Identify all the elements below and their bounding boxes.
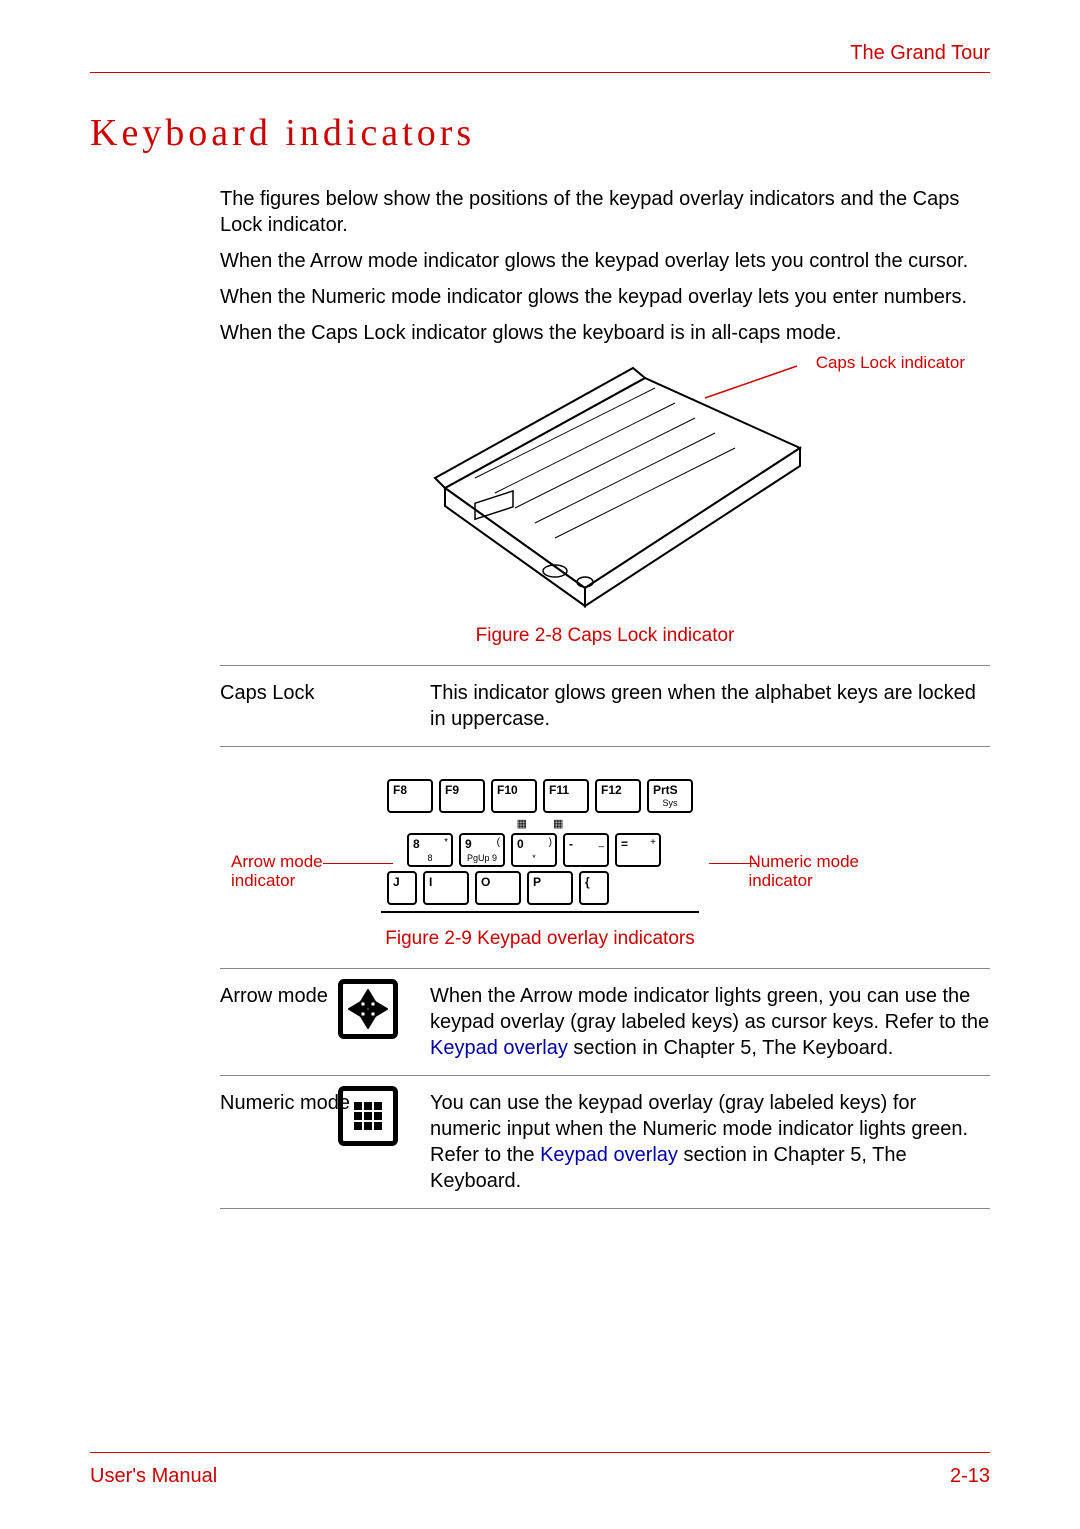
intro-paragraph: When the Arrow mode indicator glows the … bbox=[220, 248, 990, 274]
table-row: Numeric mode You can use the keypad over… bbox=[220, 1076, 990, 1209]
desc-caps-lock: This indicator glows green when the alph… bbox=[430, 680, 990, 732]
table-row: Caps Lock This indicator glows green whe… bbox=[220, 666, 990, 747]
header-rule bbox=[90, 72, 990, 73]
key-9: (9PgUp 9 bbox=[459, 833, 505, 867]
term-caps-lock: Caps Lock bbox=[220, 680, 410, 732]
intro-paragraph: The figures below show the positions of … bbox=[220, 186, 990, 238]
key-equals: += bbox=[615, 833, 661, 867]
key-8: *88 bbox=[407, 833, 453, 867]
key-brace: { bbox=[579, 871, 609, 905]
figure-2-9: Arrow mode indicator Numeric mode indica… bbox=[90, 775, 990, 952]
section-heading: Keyboard indicators bbox=[90, 109, 990, 158]
callout-caps-lock: Caps Lock indicator bbox=[816, 352, 965, 374]
footer-left: User's Manual bbox=[90, 1463, 217, 1489]
key-f10: F10 bbox=[491, 779, 537, 813]
arrow-mode-icon bbox=[338, 979, 398, 1039]
intro-paragraph: When the Numeric mode indicator glows th… bbox=[220, 284, 990, 310]
key-j: J bbox=[387, 871, 417, 905]
key-f8: F8 bbox=[387, 779, 433, 813]
key-p: P bbox=[527, 871, 573, 905]
caps-lock-table: Caps Lock This indicator glows green whe… bbox=[220, 665, 990, 747]
callout-arrow-mode: Arrow mode indicator bbox=[231, 853, 323, 890]
callout-numeric-mode: Numeric mode indicator bbox=[748, 853, 859, 890]
numeric-mode-glyph-icon: ▦ bbox=[553, 817, 563, 831]
numeric-mode-icon bbox=[338, 1086, 398, 1146]
figure-2-8: Caps Lock indicator Figure 2-8 Caps Lock… bbox=[220, 358, 990, 649]
footer-page-number: 2-13 bbox=[950, 1463, 990, 1489]
keypad-illustration: F8 F9 F10 F11 F12 PrtSSys ▦ ▦ *88 (9PgUp… bbox=[381, 775, 699, 913]
figure-caption: Figure 2-9 Keypad overlay indicators bbox=[90, 927, 990, 952]
figure-caption: Figure 2-8 Caps Lock indicator bbox=[220, 624, 990, 649]
laptop-illustration: Caps Lock indicator bbox=[405, 358, 805, 618]
table-row: Arrow mode When the Arrow mode indicator… bbox=[220, 969, 990, 1076]
desc-arrow-mode: When the Arrow mode indicator lights gre… bbox=[430, 983, 990, 1061]
key-0: )0* bbox=[511, 833, 557, 867]
key-i: I bbox=[423, 871, 469, 905]
page-footer: User's Manual 2-13 bbox=[90, 1452, 990, 1489]
arrow-mode-glyph-icon: ▦ bbox=[517, 817, 527, 831]
key-f9: F9 bbox=[439, 779, 485, 813]
intro-paragraph: When the Caps Lock indicator glows the k… bbox=[220, 320, 990, 346]
key-prts: PrtSSys bbox=[647, 779, 693, 813]
mode-table: Arrow mode When the Arrow mode indicator… bbox=[220, 968, 990, 1209]
link-keypad-overlay[interactable]: Keypad overlay bbox=[540, 1144, 678, 1166]
key-f12: F12 bbox=[595, 779, 641, 813]
chapter-name: The Grand Tour bbox=[90, 40, 990, 66]
desc-numeric-mode: You can use the keypad overlay (gray lab… bbox=[430, 1090, 990, 1194]
key-minus: _- bbox=[563, 833, 609, 867]
link-keypad-overlay[interactable]: Keypad overlay bbox=[430, 1037, 568, 1059]
key-o: O bbox=[475, 871, 521, 905]
key-f11: F11 bbox=[543, 779, 589, 813]
